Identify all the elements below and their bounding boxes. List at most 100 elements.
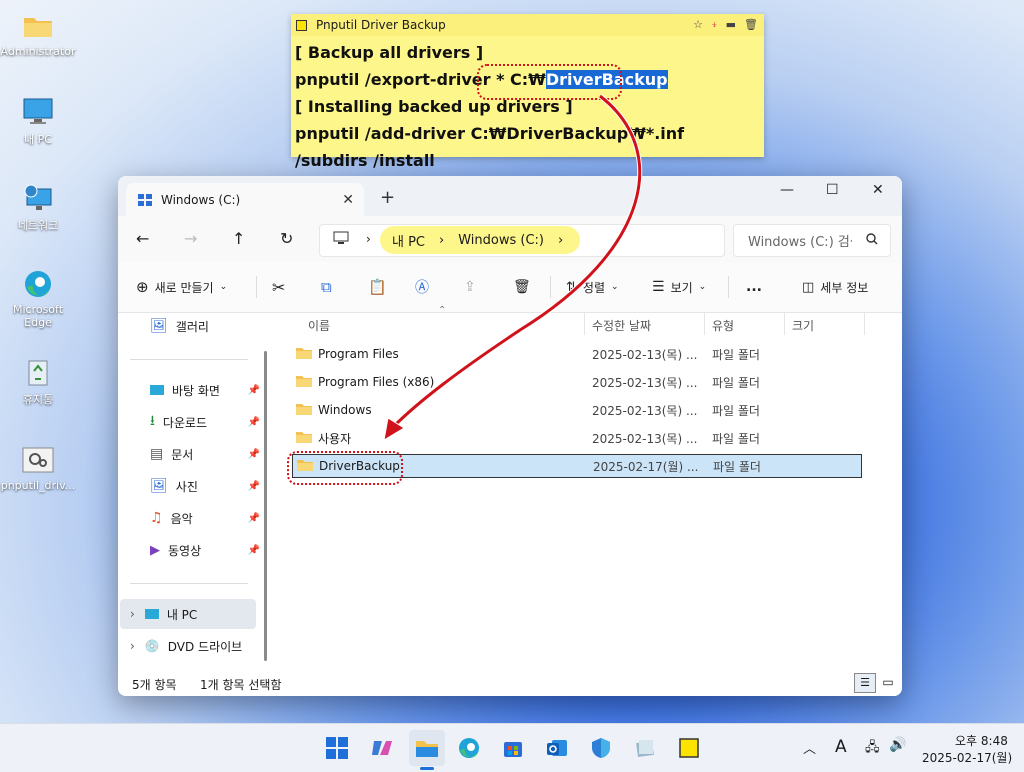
start-button[interactable]	[325, 736, 349, 760]
file-name: Windows	[318, 403, 372, 417]
chevron-right-icon[interactable]: ›	[558, 233, 563, 248]
table-row[interactable]: Program Files 2025-02-13(목) ... 파일 폴더	[292, 343, 860, 365]
star-icon[interactable]: ☆	[693, 18, 703, 32]
close-tab-icon[interactable]: ✕	[342, 192, 354, 208]
pin-icon[interactable]: 📌	[248, 513, 260, 524]
sort-button[interactable]: ⇅ 정렬 ⌄	[566, 262, 619, 312]
pin-icon[interactable]: ⍖	[711, 18, 718, 32]
table-row[interactable]: Program Files (x86) 2025-02-13(목) ... 파일…	[292, 371, 860, 393]
desktop-icon	[150, 385, 164, 395]
file-explorer-window[interactable]: Windows (C:) ✕ + — ☐ ✕ ← → ↑ ↻ › 내 PC › …	[118, 176, 902, 696]
desktop-icon-label: pnputil_driv...	[0, 479, 76, 492]
up-button[interactable]: ↑	[232, 229, 245, 248]
defender-icon[interactable]	[589, 736, 613, 760]
table-row[interactable]: 사용자 2025-02-13(목) ... 파일 폴더	[292, 427, 860, 449]
breadcrumb-item-my-pc[interactable]: 내 PC	[392, 231, 425, 250]
minimize-button[interactable]: —	[780, 182, 794, 198]
sticky-notes-taskbar-icon[interactable]	[677, 736, 701, 760]
trash-icon[interactable]: 🗑	[744, 18, 758, 32]
column-header-name[interactable]: 이름	[308, 317, 330, 334]
cut-button[interactable]: ✂	[272, 262, 285, 312]
volume-icon[interactable]: 🔊	[889, 737, 906, 753]
sticky-body[interactable]: [ Backup all drivers ] pnputil /export-d…	[291, 36, 764, 174]
ime-indicator[interactable]: A	[835, 737, 847, 757]
file-type: 파일 폴더	[712, 375, 760, 390]
sidebar-item-pictures[interactable]: 🖼 사진 📌	[150, 475, 260, 497]
store-icon[interactable]	[501, 736, 525, 760]
clock-date[interactable]: 2025-02-17(월)	[922, 749, 1012, 766]
outlook-icon[interactable]	[545, 736, 569, 760]
details-button[interactable]: ◫ 세부 정보	[802, 262, 868, 312]
file-explorer-taskbar-icon[interactable]	[409, 730, 445, 766]
sidebar-item-dvd[interactable]: › 💿 DVD 드라이브	[120, 631, 256, 661]
search-input[interactable]: Windows (C:) 검색	[748, 231, 852, 250]
sidebar-item-music[interactable]: ♫ 음악 📌	[150, 507, 260, 529]
desktop-icon-recycle-bin[interactable]: 휴지통	[0, 356, 76, 407]
breadcrumb[interactable]: 내 PC › Windows (C:) ›	[380, 226, 580, 254]
close-button[interactable]: ✕	[872, 182, 884, 198]
copilot-icon[interactable]	[369, 736, 393, 760]
paste-icon: 📋	[368, 278, 387, 296]
pin-icon[interactable]: 📌	[248, 417, 260, 428]
sidebar-item-documents[interactable]: ▤ 문서 📌	[150, 443, 260, 465]
more-button[interactable]: ...	[746, 262, 762, 312]
network-status-icon[interactable]: 🖧	[865, 738, 880, 760]
desktop-icon-network[interactable]: 네트워크	[0, 182, 76, 233]
new-button[interactable]: ⊕ 새로 만들기 ⌄	[136, 262, 227, 312]
edge-taskbar-icon[interactable]	[457, 736, 481, 760]
minimize-icon[interactable]: ▬	[726, 18, 736, 32]
pin-icon[interactable]: 📌	[248, 385, 260, 396]
rename-button[interactable]: Ⓐ	[415, 262, 429, 312]
sidebar-item-gallery[interactable]: 🖼 갤러리	[150, 315, 260, 337]
tiles-view-button[interactable]: ▭	[878, 673, 898, 691]
tab-windows-c[interactable]: Windows (C:) ✕	[126, 183, 364, 216]
notes-app-icon[interactable]	[633, 736, 657, 760]
desktop-icon-my-pc[interactable]: 내 PC	[0, 96, 76, 147]
chevron-up-icon[interactable]: ︿	[803, 738, 816, 757]
sidebar-item-videos[interactable]: ▶ 동영상 📌	[150, 539, 260, 561]
sidebar-scrollbar[interactable]	[264, 351, 267, 661]
desktop-icon-pnputil-shortcut[interactable]: pnputil_driv...	[0, 444, 76, 492]
sidebar-item-desktop[interactable]: 바탕 화면 📌	[150, 379, 260, 401]
divider	[864, 313, 865, 335]
desktop-icon-edge[interactable]: Microsoft Edge	[0, 268, 76, 329]
view-button[interactable]: ☰ 보기 ⌄	[652, 262, 706, 312]
desktop-icon-administrator[interactable]: Administrator	[0, 10, 76, 58]
file-type: 파일 폴더	[712, 431, 760, 446]
pin-icon[interactable]: 📌	[248, 545, 260, 556]
chevron-right-icon[interactable]: ›	[130, 607, 135, 621]
chevron-right-icon[interactable]: ›	[439, 233, 444, 248]
navigation-pane[interactable]: 🖼 갤러리 바탕 화면 📌 ⭳ 다운로드 📌 ▤ 문서 📌 🖼 사진 📌 ♫ 음…	[118, 313, 268, 669]
clock-time[interactable]: 오후 8:48	[955, 732, 1008, 749]
paste-button[interactable]: 📋	[368, 262, 387, 312]
column-header-type[interactable]: 유형	[712, 317, 734, 334]
search-box[interactable]: Windows (C:) 검색	[733, 224, 891, 257]
forward-button[interactable]: →	[184, 229, 197, 248]
table-row[interactable]: Windows 2025-02-13(목) ... 파일 폴더	[292, 399, 860, 421]
view-icon: ☰	[652, 279, 665, 295]
file-list[interactable]: ⌃ 이름 수정한 날짜 유형 크기 Program Files 2025-02-…	[276, 305, 902, 669]
file-date: 2025-02-13(목) ...	[592, 431, 698, 446]
pin-icon[interactable]: 📌	[248, 481, 260, 492]
chevron-right-icon[interactable]: ›	[130, 639, 135, 653]
back-button[interactable]: ←	[136, 229, 149, 248]
details-view-button[interactable]: ☰	[854, 673, 876, 693]
column-header-date[interactable]: 수정한 날짜	[592, 317, 651, 334]
breadcrumb-item-windows-c[interactable]: Windows (C:)	[458, 233, 544, 248]
delete-button[interactable]: 🗑	[513, 262, 531, 312]
sidebar-item-downloads[interactable]: ⭳ 다운로드 📌	[150, 411, 260, 433]
trash-icon: 🗑	[513, 279, 531, 295]
chevron-down-icon: ⌄	[219, 282, 228, 292]
new-tab-button[interactable]: +	[380, 187, 395, 208]
refresh-button[interactable]: ↻	[280, 229, 293, 248]
copy-button[interactable]: ⧉	[321, 262, 332, 312]
column-header-size[interactable]: 크기	[792, 317, 814, 334]
pin-icon[interactable]: 📌	[248, 449, 260, 460]
title-bar[interactable]: Windows (C:) ✕ + — ☐ ✕	[118, 176, 902, 216]
sidebar-item-my-pc[interactable]: › 내 PC	[120, 599, 256, 629]
chevron-right-icon[interactable]: ›	[366, 232, 371, 246]
maximize-button[interactable]: ☐	[826, 182, 839, 198]
desktop-icon-label: Administrator	[0, 45, 76, 58]
share-button[interactable]: ⇪	[464, 262, 476, 312]
sticky-titlebar[interactable]: Pnputil Driver Backup ☆ ⍖ ▬ 🗑	[291, 14, 764, 36]
